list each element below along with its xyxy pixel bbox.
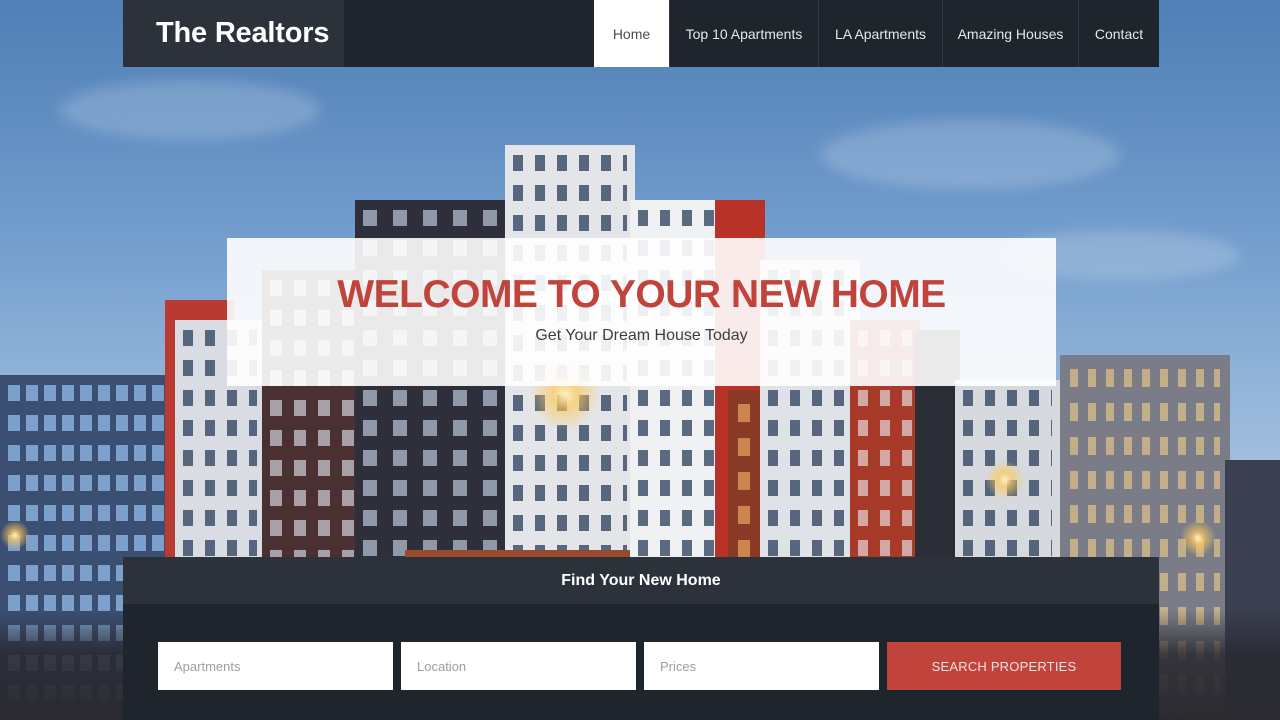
prices-input[interactable] xyxy=(644,642,879,690)
welcome-banner: WELCOME TO YOUR NEW HOME Get Your Dream … xyxy=(227,238,1056,386)
search-panel: Find Your New Home SEARCH PROPERTIES xyxy=(123,557,1159,720)
search-form: SEARCH PROPERTIES xyxy=(158,642,1121,690)
apartments-input[interactable] xyxy=(158,642,393,690)
hero-subtitle: Get Your Dream House Today xyxy=(535,327,748,344)
nav-item-home[interactable]: Home xyxy=(594,0,669,67)
nav-item-top-10-apartments[interactable]: Top 10 Apartments xyxy=(669,0,818,67)
hero-title: WELCOME TO YOUR NEW HOME xyxy=(337,273,946,316)
location-input[interactable] xyxy=(401,642,636,690)
search-heading: Find Your New Home xyxy=(123,557,1159,604)
main-nav: Home Top 10 Apartments LA Apartments Ama… xyxy=(594,0,1159,67)
nav-item-la-apartments[interactable]: LA Apartments xyxy=(818,0,942,67)
brand-name: The Realtors xyxy=(156,17,330,49)
site-header: The Realtors Home Top 10 Apartments LA A… xyxy=(123,0,1159,67)
brand-logo[interactable]: The Realtors xyxy=(123,0,344,67)
nav-item-contact[interactable]: Contact xyxy=(1078,0,1159,67)
nav-item-amazing-houses[interactable]: Amazing Houses xyxy=(942,0,1078,67)
search-properties-button[interactable]: SEARCH PROPERTIES xyxy=(887,642,1121,690)
